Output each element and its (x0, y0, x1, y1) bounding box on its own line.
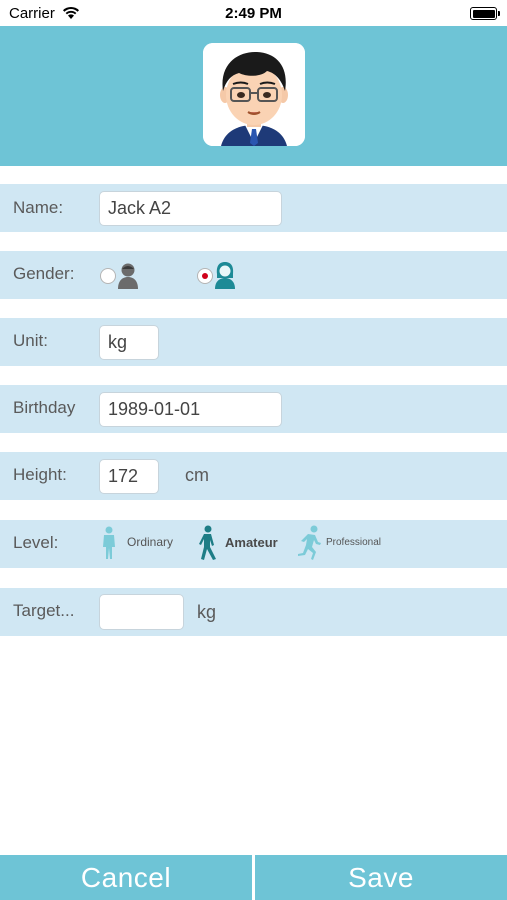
height-value: 172 (108, 466, 139, 486)
target-label: Target... (13, 601, 75, 620)
male-person-icon[interactable] (117, 262, 139, 289)
save-button[interactable]: Save (255, 855, 507, 900)
walking-person-icon[interactable] (197, 525, 219, 561)
female-person-icon[interactable] (214, 262, 236, 289)
standing-person-icon[interactable] (100, 526, 118, 560)
birthday-input[interactable]: 1989-01-01 (99, 392, 282, 427)
profile-header (0, 26, 507, 166)
running-person-icon[interactable] (296, 525, 322, 561)
unit-select[interactable]: kg (99, 325, 159, 360)
birthday-row: Birthday 1989-01-01 (0, 385, 507, 433)
level-amateur-label[interactable]: Amateur (225, 535, 278, 550)
radio-selected-dot (202, 273, 208, 279)
level-label: Level: (13, 533, 59, 552)
target-weight-input[interactable] (99, 594, 184, 630)
female-radio[interactable] (197, 268, 213, 284)
unit-row: Unit: kg (0, 318, 507, 366)
name-row: Name: Jack A2 (0, 184, 507, 232)
name-value: Jack A2 (108, 198, 172, 218)
level-ordinary-label[interactable]: Ordinary (127, 535, 173, 549)
name-label: Name: (13, 198, 64, 217)
battery-icon (470, 7, 497, 20)
name-input[interactable]: Jack A2 (99, 191, 282, 226)
cancel-button[interactable]: Cancel (0, 855, 252, 900)
battery-nub (498, 11, 500, 16)
target-unit: kg (197, 602, 217, 622)
gender-row: Gender: (0, 251, 507, 299)
height-input[interactable]: 172 (99, 459, 159, 494)
level-row: Level: Ordinary Amateur Professional (0, 520, 507, 568)
gender-label: Gender: (13, 264, 75, 283)
height-row: Height: 172 cm (0, 452, 507, 500)
unit-label: Unit: (13, 331, 48, 350)
birthday-label: Birthday (13, 398, 76, 417)
height-unit: cm (185, 465, 209, 485)
bottom-action-bar: Cancel Save (0, 855, 507, 900)
birthday-value: 1989-01-01 (108, 399, 201, 419)
level-professional-label[interactable]: Professional (326, 537, 381, 548)
clock-time: 2:49 PM (225, 5, 282, 22)
target-row: Target... kg (0, 588, 507, 636)
male-radio[interactable] (100, 268, 116, 284)
avatar[interactable] (203, 43, 305, 146)
unit-value: kg (108, 332, 128, 352)
height-label: Height: (13, 465, 67, 484)
status-bar: Carrier 2:49 PM (0, 0, 507, 26)
avatar-illustration (203, 43, 305, 146)
